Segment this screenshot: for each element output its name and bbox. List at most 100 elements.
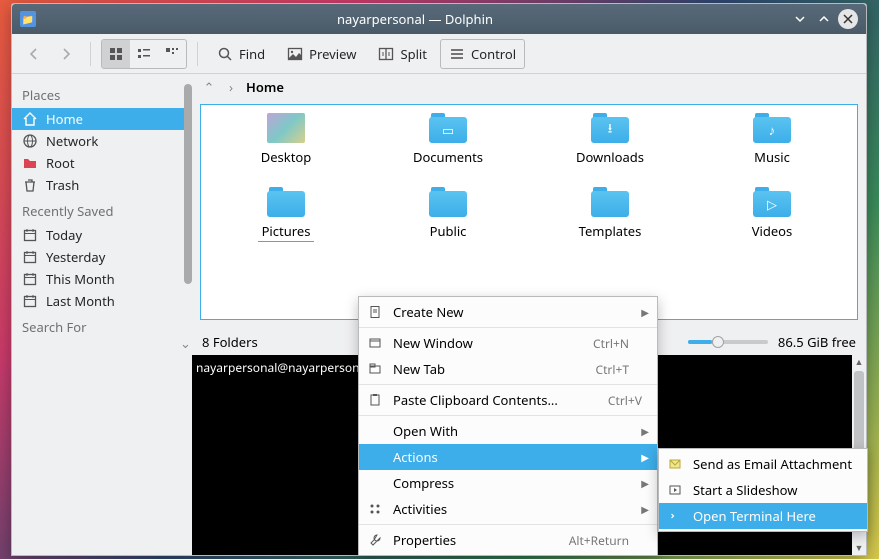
window-icon: [367, 335, 383, 351]
wrench-icon: [367, 532, 383, 548]
home-icon: [22, 111, 38, 127]
menu-item-label: Start a Slideshow: [693, 481, 798, 499]
menu-item-activities[interactable]: Activities▶: [359, 496, 657, 522]
folder-icon: [429, 187, 467, 217]
file-item-public[interactable]: Public: [367, 187, 529, 257]
menu-item-create-new[interactable]: Create New▶: [359, 299, 657, 325]
tab-icon: [367, 361, 383, 377]
icons-view-button[interactable]: [102, 40, 130, 68]
menu-item-open-with[interactable]: Open With▶: [359, 418, 657, 444]
scroll-down-icon[interactable]: ▼: [855, 541, 864, 555]
actions-submenu: Send as Email Attachment Start a Slidesho…: [658, 448, 868, 532]
sidebar-item-label: Today: [46, 226, 82, 244]
window-title: nayarpersonal — Dolphin: [44, 10, 786, 28]
close-button[interactable]: [838, 9, 858, 29]
blank-icon: [367, 449, 383, 465]
menu-item-start-a-slideshow[interactable]: Start a Slideshow: [659, 477, 867, 503]
file-item-music[interactable]: ♪Music: [691, 113, 853, 183]
menu-item-new-tab[interactable]: New TabCtrl+T: [359, 356, 657, 382]
file-name: Desktop: [257, 147, 316, 167]
menu-item-label: Open Terminal Here: [693, 507, 816, 525]
zoom-slider[interactable]: [688, 340, 768, 344]
file-item-downloads[interactable]: ⭳Downloads: [529, 113, 691, 183]
menu-item-new-window[interactable]: New Window Ctrl+N: [359, 330, 657, 356]
folder-icon: ♪: [753, 113, 791, 143]
back-button[interactable]: [20, 40, 48, 68]
forward-button[interactable]: [52, 40, 80, 68]
file-name: Downloads: [572, 147, 648, 167]
chevron-down-icon[interactable]: ⌄: [180, 334, 191, 352]
preview-icon: [287, 46, 303, 62]
sidebar-item-label: Root: [46, 154, 75, 172]
file-item-desktop[interactable]: Desktop: [205, 113, 367, 183]
compact-view-button[interactable]: [130, 40, 158, 68]
recent-header: Recently Saved: [12, 196, 192, 224]
sidebar-item-label: Last Month: [46, 292, 115, 310]
split-button[interactable]: Split: [369, 39, 436, 69]
menu-item-label: Activities: [393, 500, 447, 518]
search-row: ⌄: [12, 330, 212, 356]
sidebar-item-yesterday[interactable]: Yesterday: [12, 246, 192, 268]
sidebar-item-label: This Month: [46, 270, 115, 288]
sidebar-item-today[interactable]: Today: [12, 224, 192, 246]
calendar-icon: [22, 249, 38, 265]
sidebar-item-this-month[interactable]: This Month: [12, 268, 192, 290]
blank-icon: [367, 475, 383, 491]
file-grid[interactable]: Desktop ▭Documents⭳Downloads♪Music Picture…: [200, 104, 858, 320]
folder-icon: [591, 187, 629, 217]
sidebar-scrollbar[interactable]: [184, 84, 192, 284]
hamburger-icon: [449, 46, 465, 62]
separator: [197, 42, 198, 66]
preview-button[interactable]: Preview: [278, 39, 365, 69]
file-name: Templates: [575, 221, 646, 241]
terminal-icon: [667, 508, 683, 524]
sidebar-item-home[interactable]: Home: [12, 108, 192, 130]
places-panel: Places HomeNetwork Root Trash Recently Sav…: [12, 74, 192, 555]
sidebar-item-root[interactable]: Root: [12, 152, 192, 174]
file-item-pictures[interactable]: Pictures: [205, 187, 367, 257]
menu-item-open-terminal-here[interactable]: Open Terminal Here: [659, 503, 867, 529]
context-menu: Create New▶New WindowCtrl+NNew TabCtrl+T…: [358, 296, 658, 556]
maximize-button[interactable]: [814, 9, 834, 29]
sidebar-item-trash[interactable]: Trash: [12, 174, 192, 196]
scroll-thumb[interactable]: [854, 371, 864, 451]
menu-item-label: New Window: [393, 334, 473, 352]
split-label: Split: [400, 45, 427, 63]
menu-item-properties[interactable]: PropertiesAlt+Return: [359, 527, 657, 553]
titlebar[interactable]: 📁 nayarpersonal — Dolphin: [12, 4, 866, 34]
split-icon: [378, 46, 394, 62]
menu-shortcut: Ctrl+N: [553, 335, 629, 352]
app-icon: 📁: [20, 11, 36, 27]
search-icon: [217, 46, 233, 62]
find-button[interactable]: Find: [208, 39, 274, 69]
submenu-arrow-icon: ▶: [641, 476, 649, 490]
menu-item-label: Properties: [393, 531, 456, 549]
menu-item-paste-clipboard-contents-[interactable]: Paste Clipboard Contents...Ctrl+V: [359, 387, 657, 413]
scroll-up-icon[interactable]: ▲: [855, 355, 864, 369]
menu-item-label: Create New: [393, 303, 464, 321]
breadcrumb-home[interactable]: Home: [246, 78, 284, 96]
sidebar-item-last-month[interactable]: Last Month: [12, 290, 192, 312]
folder-icon: ▷: [753, 187, 791, 217]
sidebar-item-network[interactable]: Network: [12, 130, 192, 152]
menu-item-label: Paste Clipboard Contents...: [393, 391, 558, 409]
file-name: Videos: [748, 221, 797, 241]
minimize-button[interactable]: [790, 9, 810, 29]
file-item-templates[interactable]: Templates: [529, 187, 691, 257]
network-icon: [22, 133, 38, 149]
breadcrumb-separator[interactable]: ›: [224, 78, 238, 96]
file-item-videos[interactable]: ▷ Videos: [691, 187, 853, 257]
menu-item-send-as-email-attachment[interactable]: Send as Email Attachment: [659, 451, 867, 477]
paste-icon: [367, 392, 383, 408]
menu-item-compress[interactable]: Compress▶: [359, 470, 657, 496]
free-space: 86.5 GiB free: [778, 333, 856, 351]
places-header: Places: [12, 80, 192, 108]
file-item-documents[interactable]: ▭Documents: [367, 113, 529, 183]
control-button[interactable]: Control: [440, 39, 525, 69]
trash-icon: [22, 177, 38, 193]
details-view-button[interactable]: [158, 40, 186, 68]
menu-item-label: Actions: [393, 448, 438, 466]
menu-item-actions[interactable]: Actions▶: [359, 444, 657, 470]
toolbar: Find Preview Split Control: [12, 34, 866, 74]
calendar-icon: [22, 271, 38, 287]
